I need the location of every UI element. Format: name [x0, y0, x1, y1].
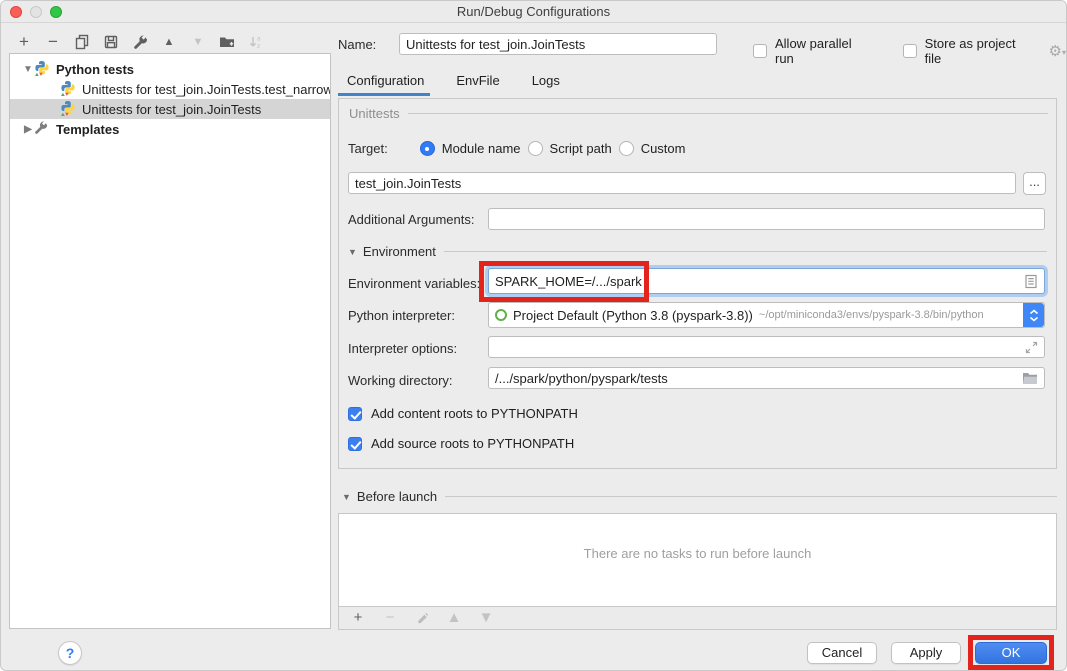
store-as-project-file-checkbox[interactable] [903, 44, 917, 58]
module-name-label[interactable]: Module name [442, 141, 521, 156]
task-down-icon[interactable]: ▼ [477, 609, 495, 627]
before-launch-toolbar: + − ▲ ▼ [339, 606, 1056, 629]
move-up-icon[interactable]: ▲ [160, 33, 178, 51]
custom-radio[interactable] [619, 141, 634, 156]
python-tests-icon [34, 60, 50, 79]
sort-configurations-icon[interactable]: az [247, 33, 265, 51]
tree-item-label: Python tests [56, 62, 134, 77]
configurations-toolbar: + − ▲ ▼ az [15, 32, 265, 52]
script-path-label[interactable]: Script path [550, 141, 612, 156]
environment-group-label: Environment [363, 244, 436, 259]
annotation-red-box-ok [968, 635, 1054, 670]
annotation-red-box-environment-variables [479, 261, 649, 302]
tree-item-python-tests[interactable]: ▼ Python tests [10, 59, 330, 79]
before-launch-header[interactable]: ▼ Before launch [342, 489, 1057, 504]
interpreter-options-input[interactable] [488, 336, 1045, 358]
tree-item-unittest-narrow[interactable]: Unittests for test_join.JoinTests.test_n… [10, 79, 330, 99]
svg-text:z: z [257, 43, 260, 50]
add-icon[interactable]: + [15, 33, 33, 51]
header-checkboxes: Allow parallel run Store as project file… [753, 36, 1066, 66]
additional-arguments-label: Additional Arguments: [348, 212, 474, 227]
tree-item-label: Unittests for test_join.JoinTests.test_n… [82, 82, 330, 97]
group-rule [444, 251, 1047, 252]
python-interpreter-select[interactable]: Project Default (Python 3.8 (pyspark-3.8… [488, 302, 1045, 328]
save-configuration-icon[interactable] [102, 33, 120, 51]
group-rule [408, 113, 1048, 114]
browse-button[interactable]: ... [1023, 172, 1046, 195]
environment-group-header[interactable]: ▼ Environment [348, 244, 1047, 259]
help-button[interactable]: ? [58, 641, 82, 665]
add-content-roots-row: Add content roots to PYTHONPATH [348, 406, 578, 421]
interpreter-options-label: Interpreter options: [348, 341, 457, 356]
edit-variables-icon[interactable] [1024, 274, 1038, 289]
working-directory-label: Working directory: [348, 373, 453, 388]
tab-logs[interactable]: Logs [532, 71, 560, 94]
new-folder-icon[interactable] [218, 33, 236, 51]
target-input[interactable]: test_join.JoinTests [348, 172, 1016, 194]
svg-text:a: a [257, 36, 261, 43]
target-label: Target: [348, 141, 388, 156]
allow-parallel-run-label[interactable]: Allow parallel run [775, 36, 873, 66]
group-rule [445, 496, 1057, 497]
add-content-roots-label[interactable]: Add content roots to PYTHONPATH [371, 406, 578, 421]
target-row: Target: Module name Script path Custom [348, 141, 685, 156]
remove-task-icon[interactable]: − [381, 609, 399, 627]
name-label: Name: [338, 37, 376, 52]
expand-field-icon[interactable] [1025, 341, 1038, 354]
module-name-radio[interactable] [420, 141, 435, 156]
add-content-roots-checkbox[interactable] [348, 407, 362, 421]
python-test-icon [60, 80, 76, 99]
configurations-tree: ▼ Python tests Unittests for test_join.J… [9, 53, 331, 629]
python-interpreter-label: Python interpreter: [348, 308, 455, 323]
tree-item-templates[interactable]: ▶ Templates [10, 119, 330, 139]
edit-task-icon[interactable] [413, 609, 431, 627]
move-down-icon[interactable]: ▼ [189, 33, 207, 51]
python-test-icon [60, 100, 76, 119]
apply-button[interactable]: Apply [891, 642, 961, 664]
additional-arguments-input[interactable] [488, 208, 1045, 230]
unittests-group-label: Unittests [349, 106, 400, 121]
interpreter-env-icon [495, 309, 507, 321]
title-bar: Run/Debug Configurations [1, 1, 1066, 23]
chevron-down-icon[interactable]: ▼ [348, 247, 357, 257]
interpreter-path: ~/opt/miniconda3/envs/pyspark-3.8/bin/py… [759, 309, 984, 321]
add-task-icon[interactable]: + [349, 609, 367, 627]
allow-parallel-run-checkbox[interactable] [753, 44, 767, 58]
add-source-roots-checkbox[interactable] [348, 437, 362, 451]
task-up-icon[interactable]: ▲ [445, 609, 463, 627]
tree-item-label: Unittests for test_join.JoinTests [82, 102, 261, 117]
custom-label[interactable]: Custom [641, 141, 686, 156]
script-path-radio[interactable] [528, 141, 543, 156]
window-title: Run/Debug Configurations [1, 4, 1066, 19]
tree-item-label: Templates [56, 122, 119, 137]
unittests-group-header: Unittests [349, 106, 1048, 121]
config-tabs: Configuration EnvFile Logs [347, 71, 560, 94]
templates-wrench-icon [34, 121, 50, 138]
before-launch-label: Before launch [357, 489, 437, 504]
tab-envfile[interactable]: EnvFile [456, 71, 499, 94]
gear-icon[interactable]: ⚙▾ [1049, 42, 1066, 60]
combo-stepper-icon[interactable] [1023, 303, 1044, 327]
name-input[interactable]: Unittests for test_join.JoinTests [399, 33, 717, 55]
before-launch-empty-hint: There are no tasks to run before launch [339, 546, 1056, 561]
working-directory-input[interactable]: /.../spark/python/pyspark/tests [488, 367, 1045, 389]
cancel-button[interactable]: Cancel [807, 642, 877, 664]
chevron-right-icon[interactable]: ▶ [22, 124, 34, 135]
tree-item-unittest-jointests[interactable]: Unittests for test_join.JoinTests [10, 99, 330, 119]
copy-configuration-icon[interactable] [73, 33, 91, 51]
environment-variables-label: Environment variables: [348, 276, 480, 291]
folder-icon[interactable] [1022, 372, 1038, 385]
run-debug-configurations-dialog: Run/Debug Configurations + − ▲ ▼ az ▼ Py [0, 0, 1067, 671]
add-source-roots-row: Add source roots to PYTHONPATH [348, 436, 574, 451]
active-tab-indicator [338, 93, 430, 96]
add-source-roots-label[interactable]: Add source roots to PYTHONPATH [371, 436, 574, 451]
tab-configuration[interactable]: Configuration [347, 71, 424, 94]
before-launch-task-list: There are no tasks to run before launch … [338, 513, 1057, 630]
store-as-project-file-label[interactable]: Store as project file [925, 36, 1035, 66]
chevron-down-icon[interactable]: ▼ [22, 64, 34, 75]
chevron-down-icon[interactable]: ▼ [342, 492, 351, 502]
edit-templates-icon[interactable] [131, 33, 149, 51]
remove-icon[interactable]: − [44, 33, 62, 51]
